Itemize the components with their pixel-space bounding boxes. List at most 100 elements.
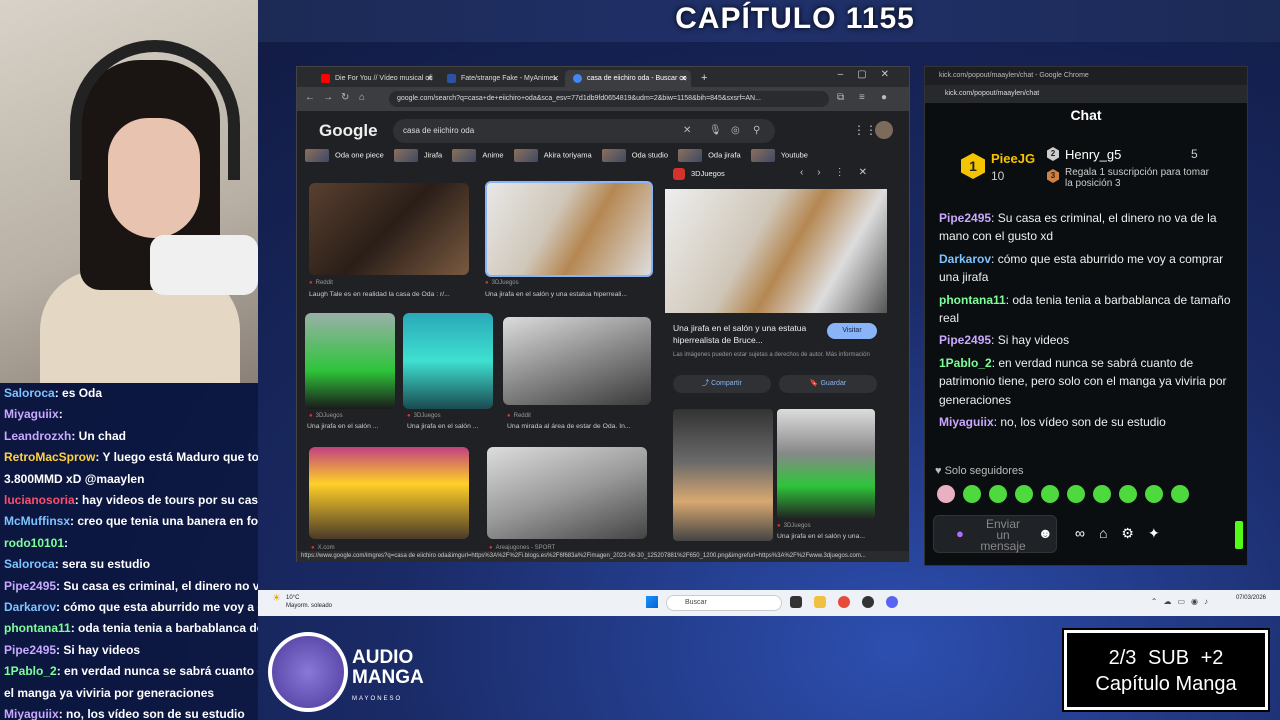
related-caption[interactable]: Una jirafa en el salón y una... (777, 533, 873, 540)
chat-username[interactable]: McMuffinsx (4, 514, 70, 528)
new-tab-button[interactable]: + (695, 70, 715, 87)
search-icon[interactable]: ⚲ (753, 119, 760, 143)
chip[interactable]: Oda studio (601, 149, 668, 162)
kick-url-field[interactable]: kick.com/popout/maaylen/chat (925, 85, 1247, 103)
reading-list-icon[interactable]: ≡ (859, 92, 865, 103)
tray-icons[interactable]: ⌃☁▭◉♪ (1151, 597, 1214, 606)
close-tab-icon[interactable]: ✕ (426, 70, 433, 87)
profile-icon[interactable]: ● (881, 92, 887, 103)
chat-username[interactable]: Miyaguiix (4, 407, 59, 421)
apps-grid-icon[interactable]: ⋮⋮ (853, 123, 877, 137)
chip[interactable]: Oda jirafa (678, 149, 741, 162)
kick-chat-window[interactable]: kick.com/popout/maaylen/chat - Google Ch… (924, 66, 1248, 566)
chat-username[interactable]: Pipe2495 (4, 579, 56, 593)
google-logo[interactable]: Google (319, 121, 378, 141)
preview-source[interactable]: 3DJuegos (673, 168, 725, 180)
chat-username[interactable]: Pipe2495 (4, 643, 56, 657)
emote-icon[interactable] (937, 485, 955, 503)
extensions-icon[interactable]: ⧉ (837, 92, 844, 103)
emote-icon[interactable] (1067, 485, 1085, 503)
mic-icon[interactable]: ● (956, 526, 964, 541)
result-caption[interactable]: Una jirafa en el salón ... (407, 423, 493, 430)
lens-icon[interactable]: ◎ (731, 119, 740, 143)
result-image[interactable] (305, 313, 395, 409)
discord-icon[interactable] (886, 596, 898, 608)
forward-icon[interactable]: → (323, 92, 333, 103)
emote-icon[interactable] (1041, 485, 1059, 503)
chat-username[interactable]: rodo10101 (4, 536, 64, 550)
emote-icon[interactable] (963, 485, 981, 503)
result-image[interactable] (309, 183, 469, 275)
tab-youtube[interactable]: Die For You // Vídeo musical ofi ✕ (313, 70, 437, 87)
clear-icon[interactable]: ✕ (683, 119, 691, 143)
result-caption[interactable]: Laugh Tale es en realidad la casa de Oda… (309, 291, 469, 298)
chip[interactable]: Jirafa (393, 149, 442, 162)
taskview-icon[interactable] (790, 596, 802, 608)
chat-username[interactable]: Leandrozxh (4, 429, 71, 443)
reload-icon[interactable]: ↻ (341, 92, 349, 103)
result-image[interactable] (309, 447, 469, 539)
emote-icon[interactable] (1015, 485, 1033, 503)
tab-google-search[interactable]: casa de eiichiro oda - Buscar co ✕ (565, 70, 691, 87)
leader2-name[interactable]: Henry_g5 (1065, 147, 1121, 162)
result-image[interactable] (487, 447, 647, 539)
emote-icon[interactable] (1093, 485, 1111, 503)
emote-icon[interactable] (1171, 485, 1189, 503)
save-button[interactable]: 🔖 Guardar (779, 375, 877, 393)
result-image[interactable] (503, 317, 651, 405)
send-button[interactable] (1235, 521, 1243, 549)
mic-icon[interactable]: 🎙 (709, 119, 722, 143)
start-icon[interactable] (646, 596, 658, 608)
related-image[interactable] (673, 409, 773, 541)
emote-icon[interactable] (1145, 485, 1163, 503)
weather-widget[interactable]: 10°C Mayorm. soleado (272, 594, 332, 610)
result-caption[interactable]: Una mirada al área de estar de Oda. In..… (507, 423, 653, 430)
preview-controls[interactable]: ‹›⋮✕ (800, 167, 881, 178)
clock[interactable]: 07/03/2026 (1236, 594, 1266, 602)
explorer-icon[interactable] (814, 596, 826, 608)
visit-button[interactable]: Visitar (827, 323, 877, 339)
preview-title[interactable]: Una jirafa en el salón y una estatua hip… (673, 322, 813, 346)
tab-myanimelist[interactable]: Fate/strange Fake - MyAnimeL ✕ (439, 70, 563, 87)
result-caption[interactable]: Una jirafa en el salón ... (307, 423, 395, 430)
leader1-name[interactable]: PieeJG (991, 151, 1035, 166)
chat-message-input[interactable]: ● Enviar un mensaje ☻ (933, 515, 1057, 553)
chat-toolbar[interactable]: ∞⌂⚙✦ (1075, 525, 1174, 542)
chat-username[interactable]: Darkarov (4, 600, 56, 614)
chat-username[interactable]: 1Pablo_2 (4, 664, 57, 678)
chat-username[interactable]: Miyaguiix (4, 707, 59, 720)
chat-username[interactable]: lucianosoria (4, 493, 75, 507)
chat-username[interactable]: phontana11 (4, 621, 71, 635)
home-icon[interactable]: ⌂ (359, 92, 365, 103)
window-controls[interactable]: –▢✕ (838, 69, 903, 80)
emote-icon[interactable] (989, 485, 1007, 503)
account-avatar[interactable] (875, 121, 893, 139)
share-button[interactable]: ⤴ Compartir (673, 375, 771, 393)
chat-username[interactable]: Pipe2495 (939, 333, 991, 347)
chat-username[interactable]: Pipe2495 (939, 211, 991, 225)
url-field[interactable]: google.com/search?q=casa+de+eiichiro+oda… (389, 91, 829, 107)
chat-username[interactable]: phontana11 (939, 293, 1006, 307)
chip[interactable]: Youtube (750, 149, 808, 162)
preview-image[interactable] (665, 189, 887, 313)
close-tab-icon[interactable]: ✕ (552, 70, 559, 87)
result-caption[interactable]: Una jirafa en el salón y una estatua hip… (485, 291, 649, 298)
taskbar-search[interactable]: Buscar (666, 595, 782, 611)
close-tab-icon[interactable]: ✕ (680, 70, 687, 87)
chip[interactable]: Oda one piece (305, 149, 384, 162)
emoji-icon[interactable]: ☻ (1038, 525, 1053, 541)
chat-username[interactable]: Saloroca (4, 386, 55, 400)
chat-username[interactable]: Saloroca (4, 557, 55, 571)
chip[interactable]: Akira toriyama (513, 149, 592, 162)
result-image-selected[interactable] (485, 181, 653, 277)
emote-icon[interactable] (1119, 485, 1137, 503)
search-input[interactable]: casa de eiichiro oda ✕ 🎙 ◎ ⚲ (393, 119, 775, 143)
chrome-icon[interactable] (838, 596, 850, 608)
chat-username[interactable]: Miyaguiix (939, 415, 994, 429)
chat-username[interactable]: 1Pablo_2 (939, 356, 992, 370)
obs-icon[interactable] (862, 596, 874, 608)
result-image[interactable] (403, 313, 493, 409)
browser-window[interactable]: Die For You // Vídeo musical ofi ✕ Fate/… (296, 66, 910, 562)
chip[interactable]: Anime (452, 149, 504, 162)
chat-username[interactable]: RetroMacSprow (4, 450, 95, 464)
